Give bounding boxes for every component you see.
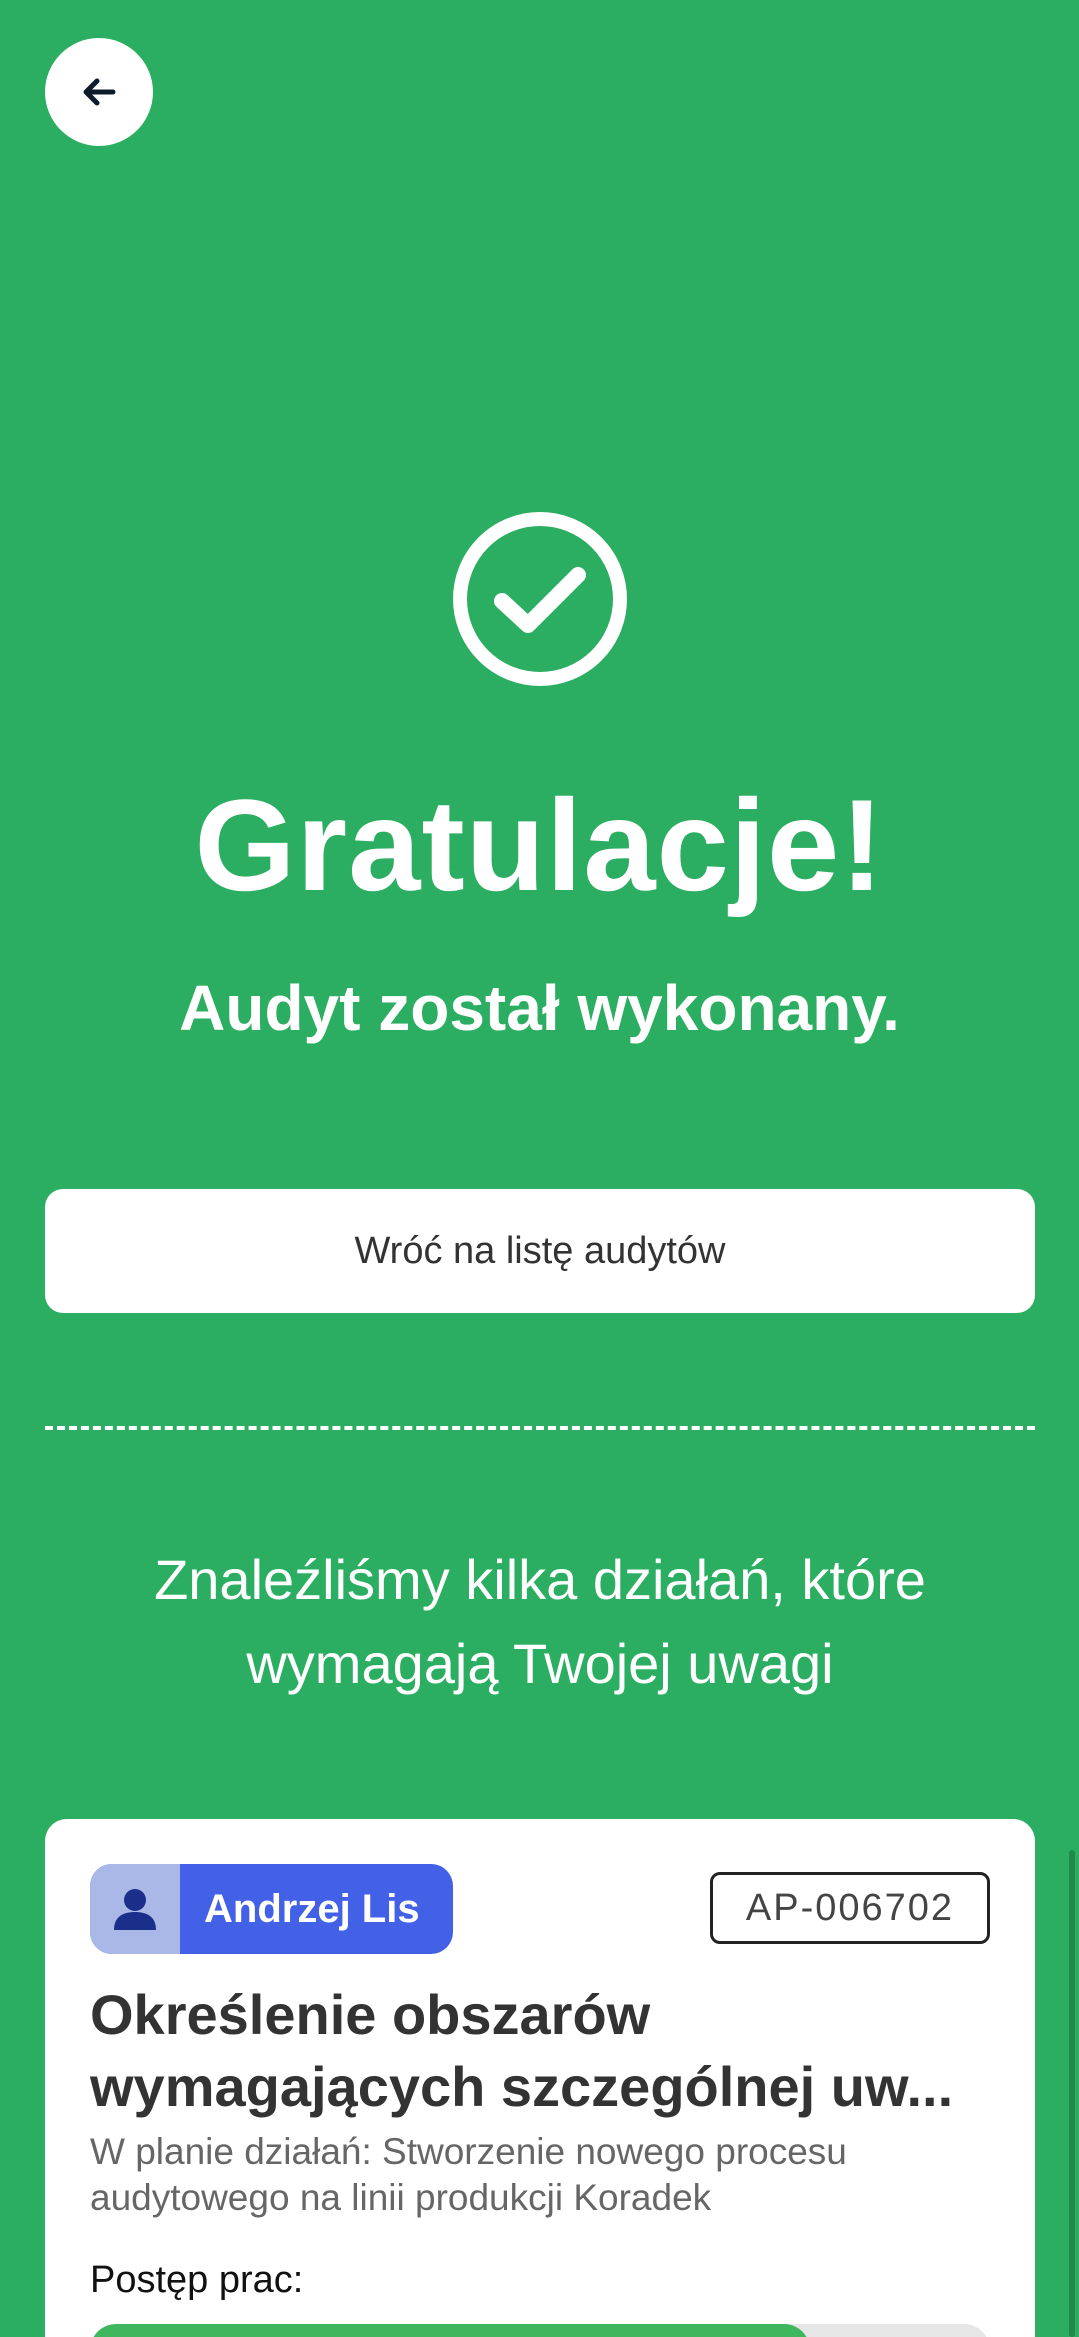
scrollbar[interactable] bbox=[1069, 1850, 1075, 2337]
action-plan-line: audytowego na linii produkcji Koradek bbox=[90, 2177, 712, 2218]
return-to-audit-list-button[interactable]: Wróć na listę audytów bbox=[45, 1189, 1035, 1313]
assignee-chip[interactable]: Andrzej Lis bbox=[90, 1864, 453, 1954]
progress-label: Postęp prac: bbox=[90, 2259, 304, 2301]
action-title-line: wymagających szczególnej uw... bbox=[90, 2055, 954, 2118]
arrow-left-icon bbox=[83, 78, 116, 106]
actions-notice-line: Znaleźliśmy kilka działań, które bbox=[154, 1548, 926, 1611]
actions-notice: Znaleźliśmy kilka działań, które wymagaj… bbox=[60, 1538, 1020, 1706]
success-subtitle: Audyt został wykonany. bbox=[179, 972, 900, 1044]
check-circle-icon bbox=[453, 512, 627, 686]
back-button[interactable] bbox=[45, 38, 153, 146]
action-plan: W planie działań: Stworzenie nowego proc… bbox=[90, 2129, 990, 2221]
action-plan-line: W planie działań: Stworzenie nowego proc… bbox=[90, 2131, 847, 2172]
reference-badge: AP-006702 bbox=[710, 1872, 990, 1944]
progress-bar bbox=[90, 2324, 990, 2337]
action-card[interactable]: Andrzej Lis AP-006702 Określenie obszaró… bbox=[45, 1819, 1035, 2337]
user-icon bbox=[114, 1889, 156, 1930]
progress-fill bbox=[90, 2324, 810, 2337]
divider bbox=[45, 1426, 1035, 1430]
action-title-line: Określenie obszarów bbox=[90, 1983, 651, 2046]
avatar bbox=[90, 1864, 180, 1954]
success-title: Gratulacje! bbox=[194, 772, 885, 918]
actions-notice-line: wymagają Twojej uwagi bbox=[246, 1632, 834, 1695]
action-title: Określenie obszarów wymagających szczegó… bbox=[90, 1979, 1050, 2123]
audit-complete-screen: Gratulacje! Audyt został wykonany. Wróć … bbox=[0, 0, 1079, 2337]
assignee-name: Andrzej Lis bbox=[204, 1886, 420, 1931]
